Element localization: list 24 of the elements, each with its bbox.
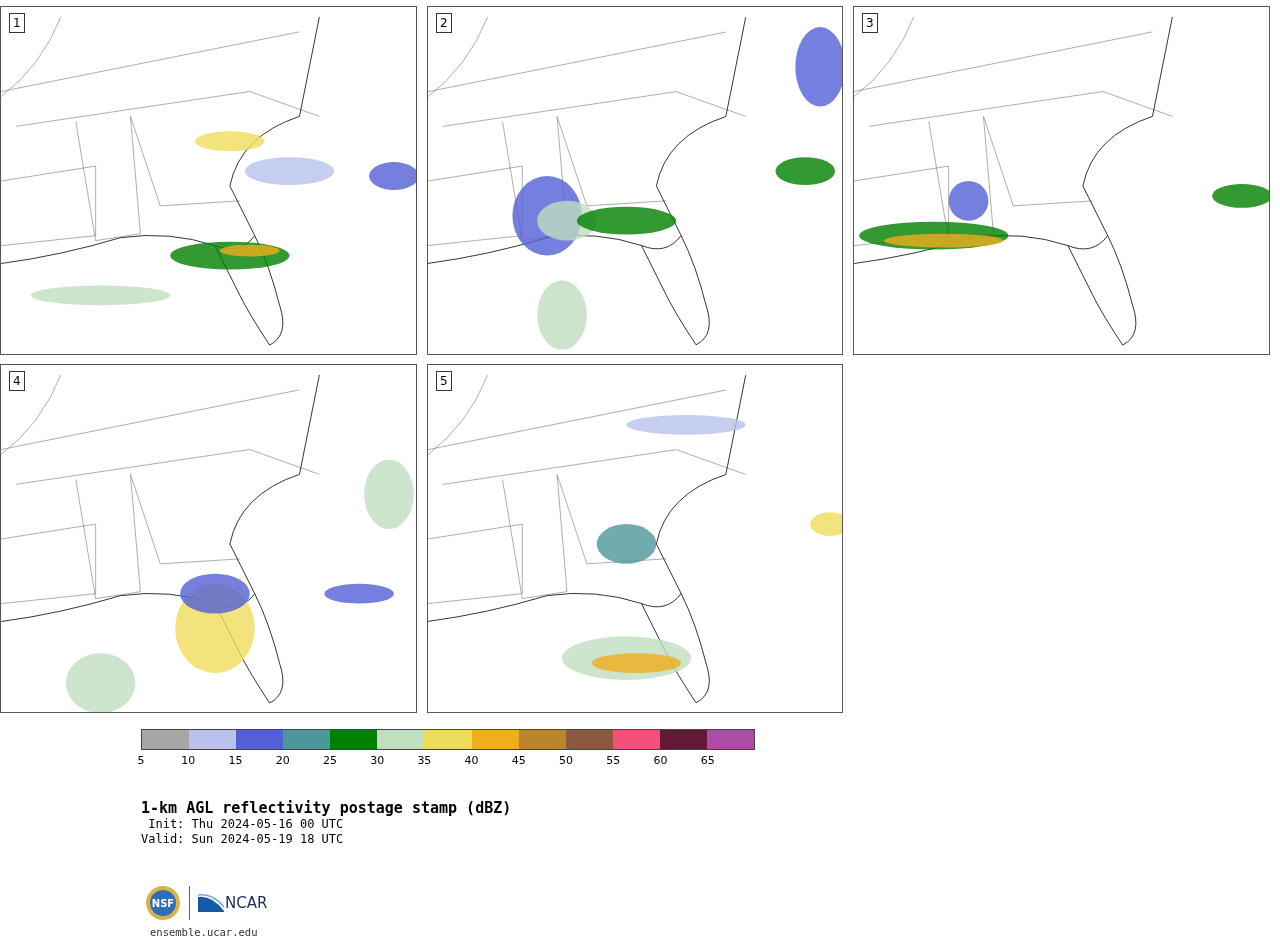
tick-label: 40	[464, 753, 479, 769]
ncar-logo: NCAR	[198, 891, 268, 915]
tick-label: 55	[606, 753, 621, 769]
tick-label: 50	[559, 753, 574, 769]
valid-time: Valid: Sun 2024-05-19 18 UTC	[141, 832, 345, 847]
tick-label: 45	[511, 753, 526, 769]
tick-label: 35	[417, 753, 432, 769]
tick-label: 10	[181, 753, 196, 769]
tick-label: 60	[653, 753, 668, 769]
tick-label: 30	[370, 753, 385, 769]
tick-label: 25	[322, 753, 337, 769]
tick-label: 15	[228, 753, 243, 769]
panel-number: 5	[436, 371, 452, 391]
tick-label: 65	[700, 753, 715, 769]
panel-number: 4	[9, 371, 25, 391]
panel-number: 3	[862, 13, 878, 33]
nsf-logo: NSF	[145, 885, 181, 921]
panel-number: 2	[436, 13, 452, 33]
chart-title: 1-km AGL reflectivity postage stamp (dBZ)	[141, 799, 513, 817]
tick-label: 5	[137, 753, 145, 769]
website-url: ensemble.ucar.edu	[150, 925, 259, 936]
panel-number: 1	[9, 13, 25, 33]
tick-label: 20	[275, 753, 290, 769]
init-time: Init: Thu 2024-05-16 00 UTC	[147, 817, 345, 832]
